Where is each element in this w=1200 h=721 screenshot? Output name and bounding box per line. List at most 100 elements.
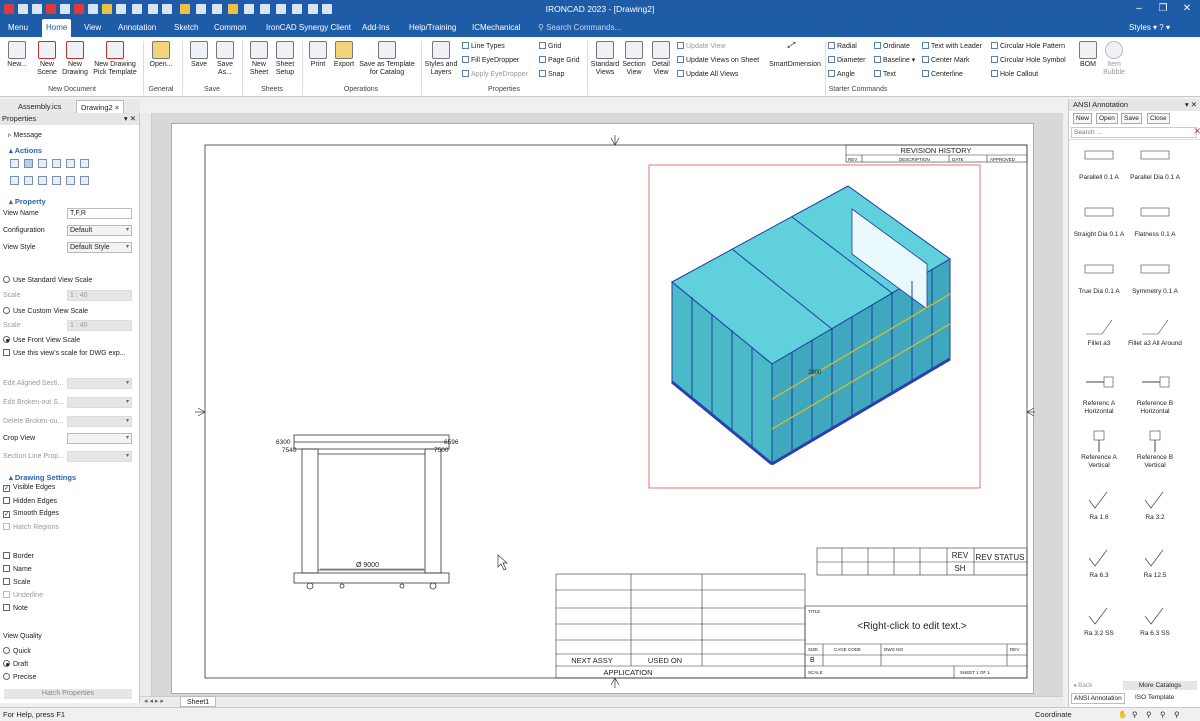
fill-eyedropper-button[interactable]: Fill EyeDropper: [462, 56, 519, 64]
scale-checkbox[interactable]: Scale: [3, 578, 31, 586]
zoom-out-icon[interactable]: ⚲: [1174, 708, 1180, 721]
tab-addins[interactable]: Add-Ins: [358, 19, 394, 37]
circular-hole-pattern-button[interactable]: Circular Hole Pattern: [991, 42, 1065, 50]
standard-scale-field[interactable]: 1 : 40: [67, 290, 132, 301]
center-mark-button[interactable]: Center Mark: [922, 56, 970, 64]
action-icon[interactable]: [66, 176, 75, 185]
smart-dimension-button[interactable]: ⟷ SmartDimension: [765, 37, 825, 69]
vertical-scrollbar[interactable]: [140, 113, 152, 696]
zoom-icon[interactable]: ⚲: [1132, 708, 1138, 721]
more-catalogs-button[interactable]: More Catalogs: [1123, 681, 1197, 690]
action-icon[interactable]: [66, 159, 75, 168]
catalog-item[interactable]: True Dia 0.1 A: [1071, 264, 1127, 296]
zoom-window-icon[interactable]: ⚲: [1146, 708, 1152, 721]
crop-view-select[interactable]: ▾: [67, 433, 132, 444]
actions-section[interactable]: ▴ Actions: [9, 146, 42, 155]
pan-icon[interactable]: ✋: [1118, 708, 1127, 721]
grid-button[interactable]: Grid: [539, 42, 561, 50]
tab-synergy[interactable]: IronCAD Synergy Client: [262, 19, 355, 37]
open-button[interactable]: Open...: [146, 41, 176, 69]
angle-button[interactable]: Angle: [828, 70, 855, 78]
horizontal-scrollbar[interactable]: ◂ ◂ ▸ ▸: [140, 696, 1063, 707]
visible-edges-checkbox[interactable]: ✓ Visible Edges: [3, 484, 55, 492]
action-icon[interactable]: [52, 159, 61, 168]
tab-iso-template[interactable]: ISO Template: [1133, 693, 1176, 702]
title-edit-text[interactable]: <Right-click to edit text.>: [857, 621, 967, 632]
search-commands[interactable]: ⚲ Search Commands...: [538, 19, 621, 37]
configuration-select[interactable]: Default ▾: [67, 225, 132, 236]
export-button[interactable]: Export: [331, 41, 357, 69]
clear-search-icon[interactable]: ✕: [1193, 127, 1200, 136]
catalog-item[interactable]: Referenc A Horizontal: [1071, 376, 1127, 416]
catalog-search-input[interactable]: Search ... ✕: [1071, 127, 1200, 138]
action-icon[interactable]: [24, 176, 33, 185]
smooth-edges-checkbox[interactable]: ✓ Smooth Edges: [3, 510, 59, 518]
edit-aligned-select[interactable]: ▾: [67, 378, 132, 389]
catalog-item[interactable]: Reference A Vertical: [1071, 430, 1127, 470]
styles-layers-button[interactable]: Styles and Layers: [424, 41, 458, 77]
catalog-item[interactable]: Ra 3.2 SS: [1071, 606, 1127, 638]
catalog-item[interactable]: Symmetry 0.1 A: [1127, 264, 1183, 296]
catalog-item[interactable]: Parallell 0.1 A: [1071, 150, 1127, 182]
update-views-on-sheet-button[interactable]: Update Views on Sheet: [677, 56, 759, 64]
action-icon[interactable]: [80, 176, 89, 185]
action-icon[interactable]: [38, 176, 47, 185]
precise-radio[interactable]: Precise: [3, 673, 36, 681]
close-icon[interactable]: ✕: [1180, 2, 1194, 16]
catalog-item[interactable]: Ra 12.5: [1127, 548, 1183, 580]
border-checkbox[interactable]: Border: [3, 552, 34, 560]
section-line-select[interactable]: ▾: [67, 451, 132, 462]
note-checkbox[interactable]: Note: [3, 604, 28, 612]
use-custom-scale-radio[interactable]: Use Custom View Scale: [3, 307, 88, 315]
minimize-icon[interactable]: –: [1132, 2, 1146, 16]
hatch-regions-checkbox[interactable]: Hatch Regions: [3, 523, 59, 531]
new-scene-button[interactable]: New Scene: [34, 41, 60, 77]
tab-sketch[interactable]: Sketch: [170, 19, 202, 37]
circular-hole-symbol-button[interactable]: Circular Hole Symbol: [991, 56, 1066, 64]
catalog-item[interactable]: Flatness 0.1 A: [1127, 207, 1183, 239]
catalog-close-button[interactable]: Close: [1147, 113, 1170, 124]
tab-view[interactable]: View: [80, 19, 105, 37]
diameter-button[interactable]: Diameter: [828, 56, 865, 64]
sheet-setup-button[interactable]: Sheet Setup: [272, 41, 298, 77]
section-view-button[interactable]: Section View: [620, 41, 648, 77]
new-sheet-button[interactable]: New Sheet: [246, 41, 272, 77]
centerline-button[interactable]: Centerline: [922, 70, 963, 78]
update-all-views-button[interactable]: Update All Views: [677, 70, 738, 78]
custom-scale-field[interactable]: 1 : 40: [67, 320, 132, 331]
catalog-item[interactable]: Ra 1.6: [1071, 490, 1127, 522]
catalog-item[interactable]: Parallel Dia 0.1 A: [1127, 150, 1183, 182]
catalog-item[interactable]: Fillet a3 All Around: [1127, 316, 1183, 348]
property-section[interactable]: ▴ Property: [9, 197, 46, 206]
text-button[interactable]: Text: [874, 70, 896, 78]
action-icon[interactable]: [10, 176, 19, 185]
catalog-new-button[interactable]: New: [1073, 113, 1093, 124]
tab-ansi-annotation[interactable]: ANSI Annotation: [1071, 693, 1125, 704]
catalog-item[interactable]: Reference B Vertical: [1127, 430, 1183, 470]
hidden-edges-checkbox[interactable]: Hidden Edges: [3, 497, 57, 505]
zoom-fit-icon[interactable]: ⚲: [1160, 708, 1166, 721]
use-front-scale-radio[interactable]: Use Front View Scale: [3, 336, 80, 344]
catalog-back-button[interactable]: ◂ Back: [1073, 681, 1093, 690]
use-dwg-scale-checkbox[interactable]: Use this view's scale for DWG exp...: [3, 349, 126, 357]
catalog-item[interactable]: Straight Dia 0.1 A: [1071, 207, 1127, 239]
ordinate-button[interactable]: Ordinate: [874, 42, 910, 50]
tab-assembly[interactable]: Assembly.ics: [14, 100, 65, 113]
new-button[interactable]: New...: [4, 41, 30, 69]
catalog-item[interactable]: Reference B Horizontal: [1127, 376, 1183, 416]
catalog-item[interactable]: Ra 6.3 SS: [1127, 606, 1183, 638]
new-drawing-button[interactable]: New Drawing: [60, 41, 90, 77]
tab-home[interactable]: Home: [42, 19, 72, 37]
catalog-item[interactable]: Ra 6.3: [1071, 548, 1127, 580]
drawing-settings-section[interactable]: ▴ Drawing Settings: [9, 473, 76, 482]
bom-button[interactable]: BOM: [1075, 41, 1101, 69]
update-view-button[interactable]: Update View: [677, 42, 726, 50]
hole-callout-button[interactable]: Hole Callout: [991, 70, 1038, 78]
restore-icon[interactable]: ❐: [1156, 2, 1170, 16]
save-as-template-button[interactable]: Save as Template for Catalog: [357, 41, 417, 77]
new-drawing-pick-template-button[interactable]: New Drawing Pick Template: [90, 41, 140, 77]
message-section[interactable]: ▹ Message: [8, 131, 42, 139]
print-button[interactable]: Print: [305, 41, 331, 69]
tab-help-training[interactable]: Help/Training: [405, 19, 460, 37]
baseline-button[interactable]: Baseline ▾: [874, 56, 915, 64]
